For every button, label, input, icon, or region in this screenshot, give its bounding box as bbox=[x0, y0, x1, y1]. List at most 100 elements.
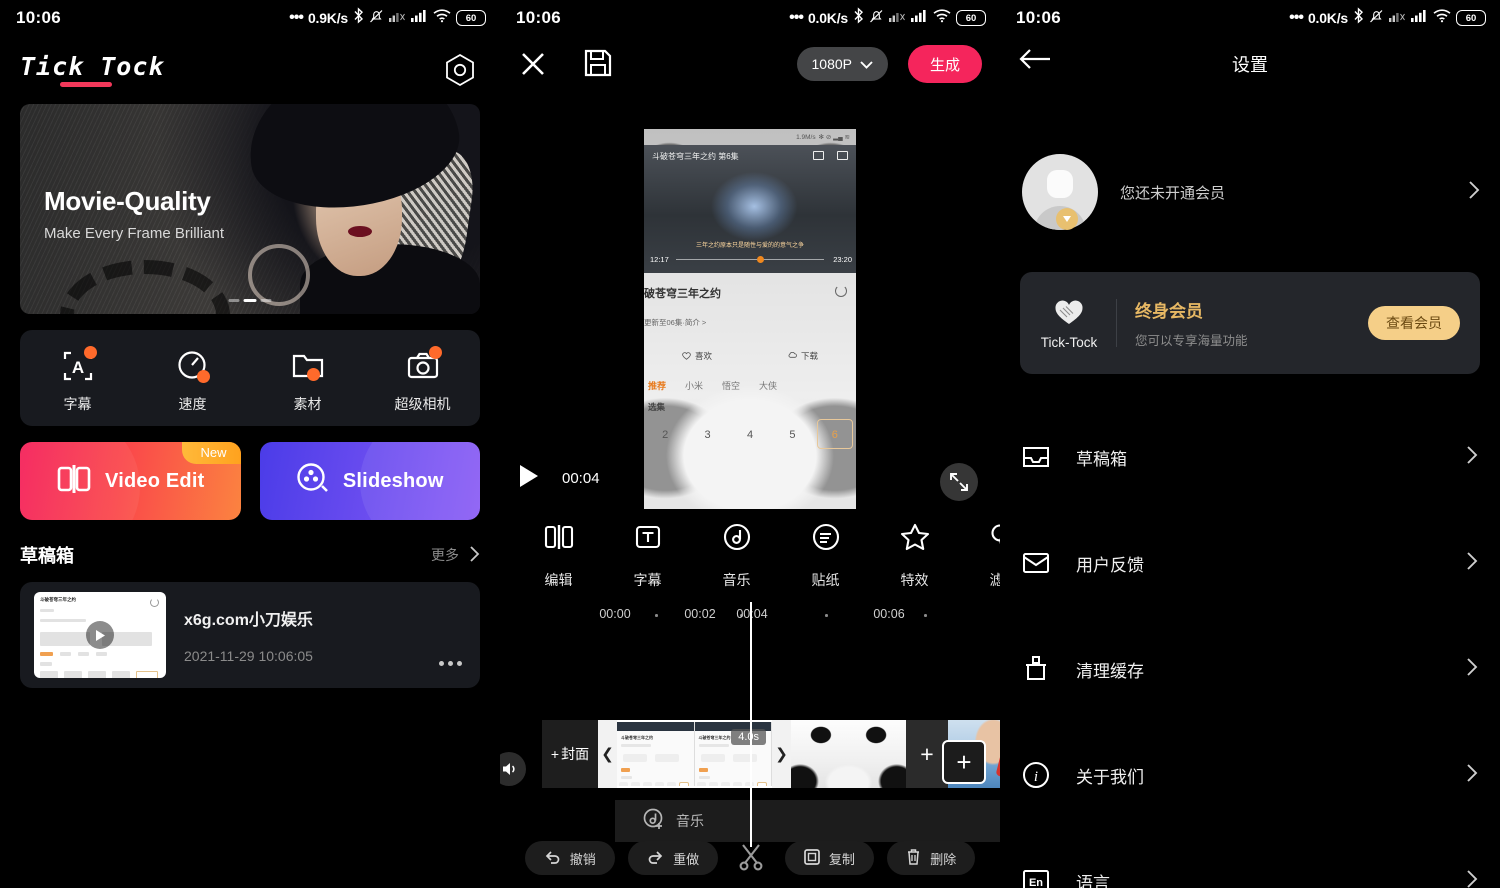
hero-ring-decor bbox=[248, 244, 310, 306]
slideshow-button[interactable]: Slideshow bbox=[259, 442, 480, 520]
video-edit-icon bbox=[56, 463, 92, 500]
vip-title: 终身会员 bbox=[1135, 302, 1203, 321]
profile-row[interactable]: 您还未开通会员 bbox=[1000, 154, 1500, 230]
vip-card[interactable]: Tick-Tock 终身会员 您可以专享海量功能 查看会员 bbox=[1020, 272, 1480, 374]
save-button[interactable] bbox=[584, 49, 614, 79]
menu-item-drafts[interactable]: 草稿箱 bbox=[1000, 404, 1500, 510]
toolbar-subtitle[interactable]: 字幕 bbox=[603, 522, 692, 590]
draft-thumbnail: 斗破苍穹三年之约 bbox=[34, 592, 166, 678]
status-bar-settings: 10:06 ••• 0.0K/s 60 bbox=[1000, 0, 1500, 36]
tool-subtitle[interactable]: A 字幕 bbox=[20, 345, 135, 414]
menu-item-about[interactable]: i 关于我们 bbox=[1000, 722, 1500, 828]
play-icon[interactable] bbox=[518, 464, 540, 493]
preview-loading-icon bbox=[835, 285, 847, 297]
add-cover-button[interactable]: + 封面 bbox=[542, 744, 598, 764]
toolbar-effects[interactable]: 特效 bbox=[870, 522, 959, 590]
toolbar-sticker[interactable]: 贴纸 bbox=[781, 522, 870, 590]
timeline-clip[interactable] bbox=[791, 720, 906, 788]
video-edit-button[interactable]: New Video Edit bbox=[20, 442, 241, 520]
carousel-dot[interactable] bbox=[228, 299, 240, 302]
menu-item-label: 清理缓存 bbox=[1076, 661, 1144, 681]
draft-info: x6g.com小刀娱乐 2021-11-29 10:06:05 bbox=[184, 606, 313, 664]
chevron-right-icon bbox=[1466, 869, 1478, 888]
toolbar-music[interactable]: 音乐 bbox=[692, 522, 781, 590]
draft-more-menu-icon[interactable] bbox=[439, 661, 462, 666]
clip-duration-badge: 4.0s bbox=[731, 729, 766, 745]
drafts-more-button[interactable]: 更多 bbox=[431, 545, 480, 566]
drafts-title: 草稿箱 bbox=[20, 546, 74, 566]
delete-label: 删除 bbox=[930, 851, 957, 867]
carousel-dot-active[interactable] bbox=[243, 299, 257, 302]
expand-fullscreen-button[interactable] bbox=[940, 463, 978, 501]
drafts-section-header: 草稿箱 更多 bbox=[20, 542, 480, 568]
bluetooth-icon bbox=[853, 7, 864, 29]
copy-button[interactable]: 复制 bbox=[784, 841, 874, 875]
playhead[interactable] bbox=[750, 602, 752, 847]
tool-badge bbox=[83, 345, 97, 359]
undo-button[interactable]: 撤销 bbox=[524, 841, 615, 875]
export-button[interactable]: 生成 bbox=[908, 45, 982, 83]
view-membership-button[interactable]: 查看会员 bbox=[1368, 306, 1460, 340]
preview-video-title: 斗破苍穹三年之约 第6集 bbox=[652, 152, 739, 161]
plus-icon: + bbox=[550, 746, 560, 762]
film-reel-icon bbox=[296, 462, 330, 501]
chevron-right-icon bbox=[1466, 657, 1478, 682]
tool-speed[interactable]: 速度 bbox=[135, 349, 250, 414]
brand-underline bbox=[60, 82, 112, 87]
status-icons: ••• 0.9K/s 60 bbox=[289, 0, 486, 36]
draft-play-button[interactable] bbox=[86, 621, 114, 649]
trash-delete-icon bbox=[906, 848, 921, 868]
chevron-right-icon bbox=[1468, 180, 1480, 205]
settings-hex-button[interactable] bbox=[440, 50, 480, 90]
back-button[interactable] bbox=[1018, 47, 1052, 81]
menu-item-clear-cache[interactable]: 清理缓存 bbox=[1000, 616, 1500, 722]
settings-menu: 草稿箱 用户反馈 清理缓存 i 关于我们 En 语言 bbox=[1000, 404, 1500, 888]
draft-name: x6g.com小刀娱乐 bbox=[184, 612, 313, 629]
svg-text:En: En bbox=[1029, 877, 1043, 888]
undo-icon bbox=[544, 849, 561, 867]
mute-bell-icon bbox=[1369, 8, 1384, 29]
resolution-selector[interactable]: 1080P bbox=[796, 47, 888, 81]
menu-item-feedback[interactable]: 用户反馈 bbox=[1000, 510, 1500, 616]
video-track[interactable]: + 封面 ❮ 斗破苍穹三年之约 斗破苍穹三年之约 4.0s ❯ + bbox=[542, 720, 1000, 788]
video-edit-label: Video Edit bbox=[105, 469, 205, 492]
language-en-icon: En bbox=[1020, 865, 1052, 888]
add-clip-button-large[interactable]: + bbox=[942, 740, 986, 784]
signal-weak-icon bbox=[1389, 9, 1406, 28]
editor-top-bar: 1080P 生成 bbox=[500, 36, 1000, 92]
episode-num: 3 bbox=[704, 429, 711, 441]
preview-video-player: 斗破苍穹三年之约 第6集 三年之约原本只是随性与爱的的意气之争 12:17 23… bbox=[644, 145, 856, 273]
carousel-dots[interactable] bbox=[228, 299, 272, 302]
toolbar-edit[interactable]: 编辑 bbox=[514, 522, 603, 590]
inbox-drafts-icon bbox=[1020, 441, 1052, 473]
super-camera-icon bbox=[406, 345, 442, 383]
audio-toggle-button[interactable] bbox=[500, 752, 526, 786]
clip-handle-right[interactable]: ❯ bbox=[772, 720, 791, 788]
network-dots-icon: ••• bbox=[789, 9, 804, 26]
preview-play-controls[interactable]: 00:04 bbox=[518, 464, 600, 493]
redo-button[interactable]: 重做 bbox=[628, 841, 719, 875]
delete-button[interactable]: 删除 bbox=[887, 841, 976, 875]
video-preview-area[interactable]: 1.9M/s ✻ ⊘ ▂▄ ≋ 斗破苍穹三年之约 第6集 三年之约原本只是随性与… bbox=[500, 92, 1000, 510]
network-speed: 0.0K/s bbox=[1307, 10, 1348, 26]
carousel-dot[interactable] bbox=[260, 299, 272, 302]
tool-super-camera[interactable]: 超级相机 bbox=[365, 345, 480, 414]
status-time: 10:06 bbox=[1016, 8, 1061, 27]
clip-handle-left[interactable]: ❮ bbox=[598, 720, 617, 788]
timeline-clip-selected[interactable]: 斗破苍穹三年之约 斗破苍穹三年之约 4.0s bbox=[617, 720, 772, 788]
editor-panel: 10:06 ••• 0.0K/s 60 1080P 生成 1.9M/s ✻ ⊘ … bbox=[500, 0, 1000, 888]
preview-tabs: 推荐 小米 悟空 大侠 bbox=[644, 379, 856, 392]
tool-material[interactable]: 素材 bbox=[250, 349, 365, 414]
close-button[interactable] bbox=[518, 49, 548, 79]
battery-indicator: 60 bbox=[456, 10, 486, 26]
toolbar-label: 编辑 bbox=[544, 572, 573, 588]
toolbar-label: 音乐 bbox=[722, 572, 751, 588]
home-panel: 10:06 ••• 0.9K/s 60 Tick Tock Movie-Qual… bbox=[0, 0, 500, 888]
hero-banner[interactable]: Movie-Quality Make Every Frame Brilliant bbox=[20, 104, 480, 314]
status-time: 10:06 bbox=[516, 8, 561, 27]
toolbar-filter[interactable]: 滤镜 bbox=[959, 522, 1000, 590]
draft-list-item[interactable]: 斗破苍穹三年之约 x6g.com小刀娱乐 2021-11-29 10:06:05 bbox=[20, 582, 480, 688]
episode-num: 4 bbox=[746, 429, 754, 441]
tool-label: 字幕 bbox=[63, 395, 92, 412]
menu-item-language[interactable]: En 语言 bbox=[1000, 828, 1500, 888]
